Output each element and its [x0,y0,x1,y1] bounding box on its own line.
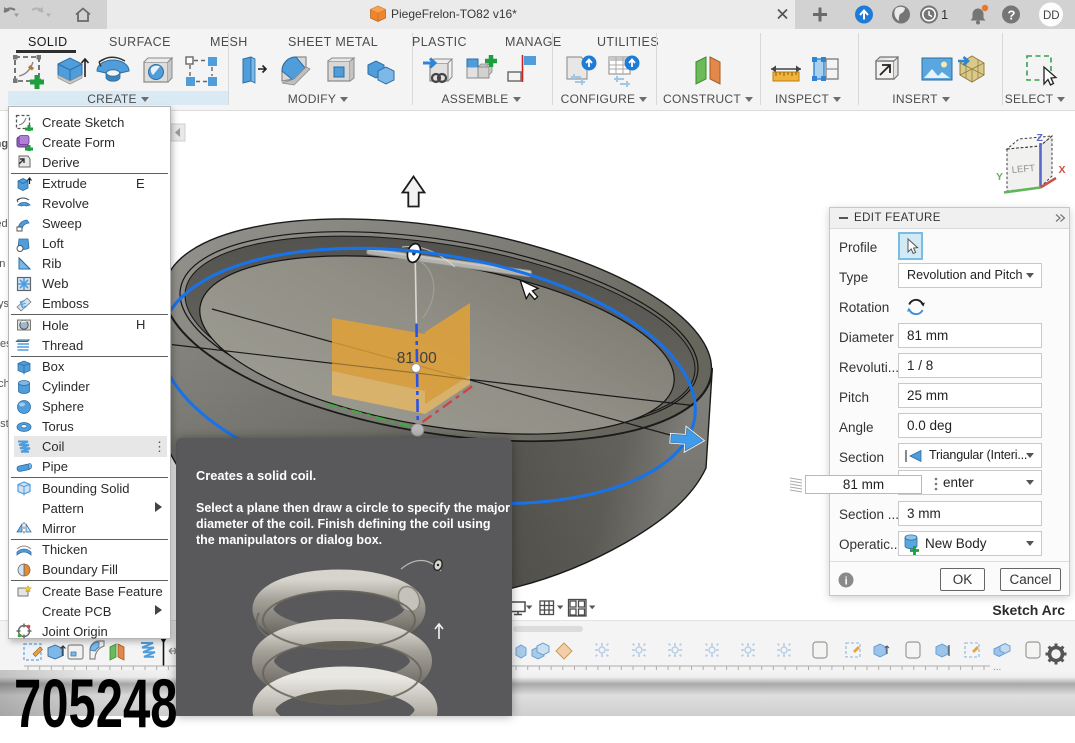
svg-text:81: 81 [397,350,414,367]
svg-text:LEFT: LEFT [1011,163,1035,176]
svg-text:...: ... [993,662,1001,673]
svg-text:?: ? [1008,8,1016,23]
svg-text:DD: DD [1043,10,1060,22]
svg-text:1: 1 [941,7,948,22]
svg-text:i: i [845,576,848,588]
svg-text:Z: Z [1037,132,1044,144]
svg-text:00: 00 [420,350,438,367]
svg-text:Y: Y [996,171,1003,183]
svg-text:X: X [1059,164,1066,176]
